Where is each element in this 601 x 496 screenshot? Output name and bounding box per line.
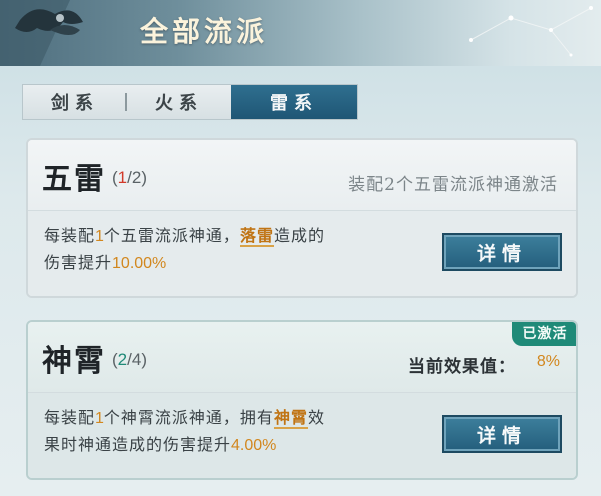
activated-badge: 已激活 bbox=[512, 322, 576, 346]
faction-name: 神霄 bbox=[42, 344, 106, 379]
card-body: 每装配1个五雷流派神通，落雷造成的 伤害提升10.00% 详情 bbox=[28, 210, 576, 296]
keyword-link[interactable]: 落雷 bbox=[239, 226, 274, 247]
tab-thunder[interactable]: 雷系 bbox=[231, 85, 357, 119]
header-bar: 全部流派 bbox=[0, 0, 601, 66]
tab-fire[interactable]: 火系 bbox=[127, 85, 231, 119]
keyword-link[interactable]: 神霄 bbox=[273, 408, 308, 429]
faction-count: (1/2) bbox=[112, 168, 147, 187]
detail-button[interactable]: 详情 bbox=[442, 233, 562, 271]
current-effect-value: 8% bbox=[536, 353, 560, 370]
count-current: 2 bbox=[117, 350, 128, 369]
detail-button[interactable]: 详情 bbox=[442, 415, 562, 453]
tab-label: 火系 bbox=[155, 93, 203, 114]
element-tabs: 剑系 火系 雷系 bbox=[22, 84, 358, 120]
constellation-icon bbox=[469, 6, 593, 57]
tab-label: 剑系 bbox=[51, 93, 99, 114]
card-header: 五雷 (1/2) 装配2个五雷流派神通激活 bbox=[28, 140, 576, 210]
count-total: /2) bbox=[127, 168, 147, 187]
cloud-ornament-icon bbox=[0, 0, 83, 66]
tab-sword[interactable]: 剑系 bbox=[23, 85, 127, 119]
activation-hint: 装配2个五雷流派神通激活 bbox=[348, 175, 558, 195]
faction-name: 五雷 bbox=[42, 162, 106, 197]
page-title: 全部流派 bbox=[140, 15, 269, 48]
faction-count: (2/4) bbox=[112, 350, 147, 369]
card-header: 神霄 (2/4) 已激活 当前效果值： 8% bbox=[28, 322, 576, 392]
faction-card-shenxiao: 神霄 (2/4) 已激活 当前效果值： 8% 每装配1个神霄流派神通，拥有神霄效… bbox=[26, 320, 578, 480]
current-effect-label: 当前效果值： bbox=[408, 357, 516, 377]
count-total: /4) bbox=[127, 350, 147, 369]
effect-description: 每装配1个神霄流派神通，拥有神霄效 果时神通造成的伤害提升4.00% bbox=[44, 408, 325, 454]
card-body: 每装配1个神霄流派神通，拥有神霄效 果时神通造成的伤害提升4.00% 详情 bbox=[28, 392, 576, 478]
effect-description: 每装配1个五雷流派神通，落雷造成的 伤害提升10.00% bbox=[44, 226, 325, 272]
count-current: 1 bbox=[117, 168, 128, 187]
faction-card-wulei: 五雷 (1/2) 装配2个五雷流派神通激活 每装配1个五雷流派神通，落雷造成的 … bbox=[26, 138, 578, 298]
tab-label: 雷系 bbox=[270, 93, 318, 114]
